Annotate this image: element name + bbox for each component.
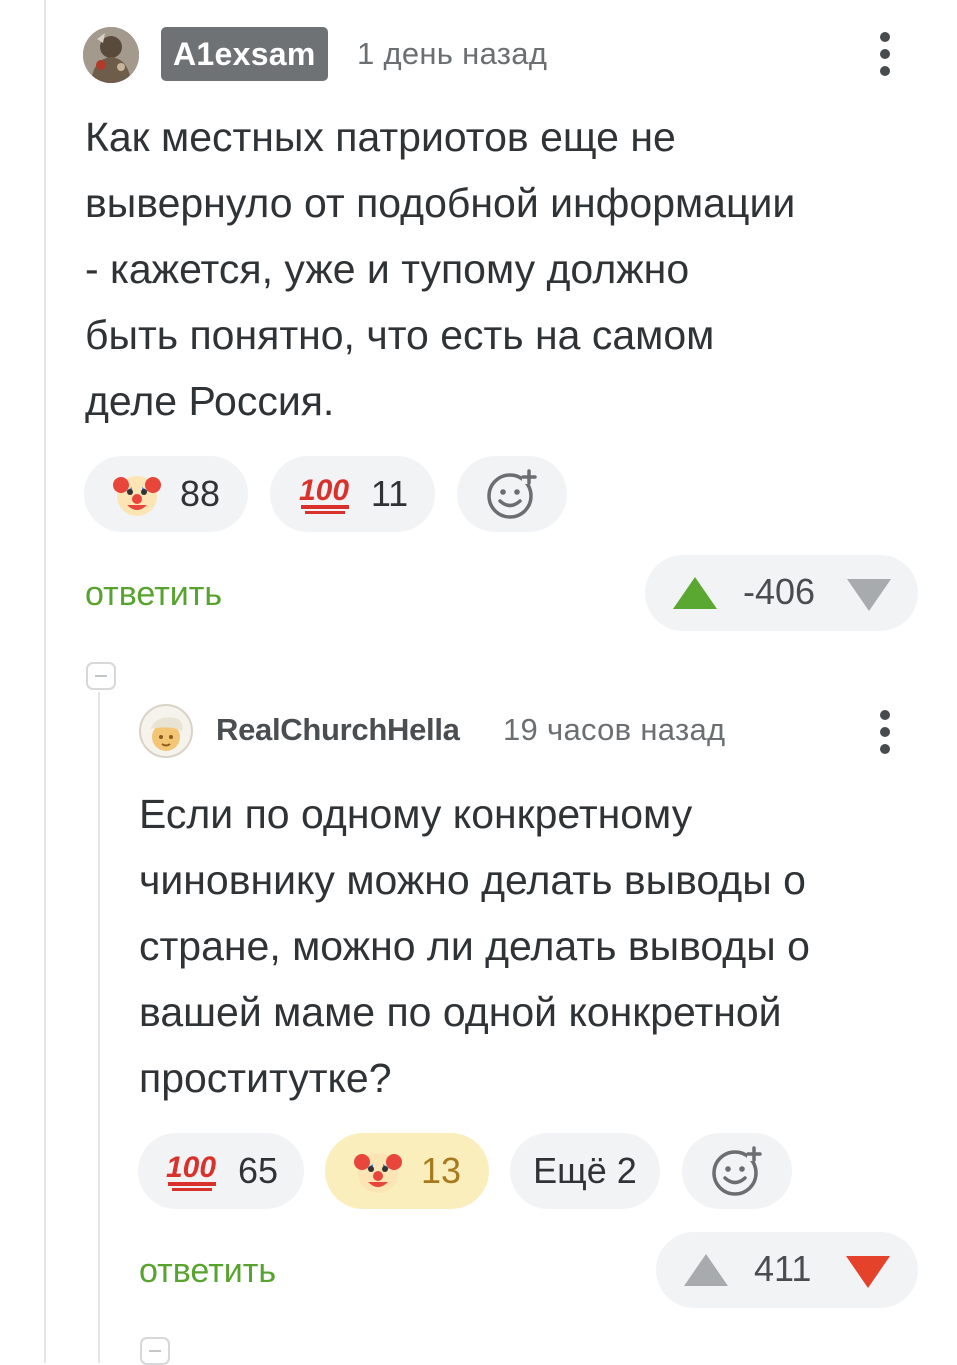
reply-link[interactable]: ответить xyxy=(85,575,222,614)
more-reactions-button[interactable]: Ещё 2 xyxy=(510,1133,660,1209)
comment-line: чиновнику можно делать выводы о xyxy=(139,857,806,903)
comment-line: вашей маме по одной конкретной xyxy=(139,989,782,1035)
rating-widget: -406 xyxy=(645,555,918,631)
timestamp: 19 часов назад xyxy=(503,712,726,747)
rating-value: 411 xyxy=(754,1248,812,1289)
comment-line: вывернуло от подобной информации xyxy=(85,180,796,226)
username-badge[interactable]: A1exsam xyxy=(161,27,328,81)
reaction-hundred[interactable]: 100 65 xyxy=(138,1133,304,1209)
upvote-icon[interactable] xyxy=(682,1252,730,1297)
reaction-count: 13 xyxy=(420,1150,462,1191)
avatar[interactable] xyxy=(138,703,194,759)
more-options-icon[interactable] xyxy=(879,32,891,76)
comment-line: быть понятно, что есть на самом xyxy=(85,312,715,358)
comment-text: Если по одному конкретному чиновнику мож… xyxy=(139,781,810,1111)
hundred-points-icon: 100 xyxy=(164,1149,220,1193)
comment-line: Если по одному конкретному xyxy=(139,791,693,837)
rating-value: -406 xyxy=(743,571,816,612)
reaction-hundred[interactable]: 100 11 xyxy=(270,456,435,532)
rating-widget: 411 xyxy=(656,1232,918,1308)
reaction-count: 65 xyxy=(237,1150,279,1191)
add-reaction-button[interactable] xyxy=(457,456,567,532)
thread-line xyxy=(44,0,46,1363)
comment-line: стране, можно ли делать выводы о xyxy=(139,923,810,969)
more-options-icon[interactable] xyxy=(879,710,891,754)
comment-line: Как местных патриотов еще не xyxy=(85,114,676,160)
timestamp: 1 день назад xyxy=(357,36,548,71)
reaction-clown-active[interactable]: 13 xyxy=(325,1133,489,1209)
svg-text:100: 100 xyxy=(166,1151,216,1184)
reply-thread-line xyxy=(98,692,100,1363)
avatar-image xyxy=(83,27,139,83)
avatar[interactable] xyxy=(83,27,139,83)
reply-link[interactable]: ответить xyxy=(139,1252,276,1291)
add-reaction-icon xyxy=(484,466,540,522)
comment-line: деле Россия. xyxy=(85,378,335,424)
collapse-thread-button[interactable] xyxy=(86,662,116,690)
reaction-clown[interactable]: 88 xyxy=(84,456,248,532)
downvote-icon[interactable] xyxy=(844,1254,892,1299)
reaction-count: 11 xyxy=(370,473,409,514)
upvote-icon[interactable] xyxy=(671,575,719,620)
comment-line: - кажется, уже и тупому должно xyxy=(85,246,690,292)
collapse-thread-button[interactable] xyxy=(140,1337,170,1365)
add-reaction-button[interactable] xyxy=(682,1133,792,1209)
username[interactable]: RealChurchHella xyxy=(216,712,460,748)
add-reaction-icon xyxy=(709,1143,765,1199)
svg-text:100: 100 xyxy=(299,474,349,507)
downvote-icon[interactable] xyxy=(845,577,893,622)
avatar-image xyxy=(139,704,193,758)
comment-text: Как местных патриотов еще не вывернуло о… xyxy=(85,104,795,434)
comment-line: проститутке? xyxy=(139,1055,392,1101)
more-reactions-label: Ещё 2 xyxy=(533,1150,637,1191)
clown-face-icon xyxy=(112,469,162,519)
reaction-count: 88 xyxy=(179,473,221,514)
hundred-points-icon: 100 xyxy=(297,472,353,516)
clown-face-icon xyxy=(353,1146,403,1196)
